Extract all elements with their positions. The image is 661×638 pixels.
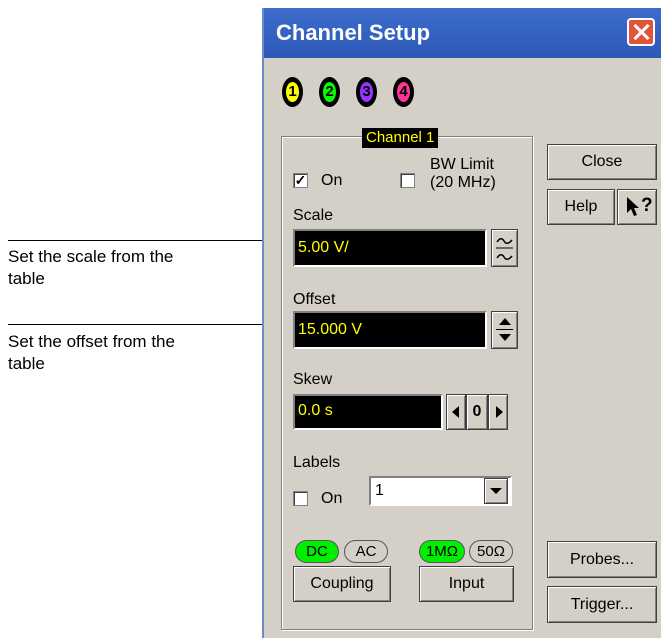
labels-on-checkbox[interactable]	[293, 491, 308, 506]
dropdown-button[interactable]	[484, 478, 508, 504]
channel-setup-dialog: Channel Setup 1 2 3 4 Channel 1 ✓ On BW …	[262, 8, 661, 638]
offset-up-arrow-icon[interactable]	[499, 318, 511, 325]
offset-leader-line	[8, 324, 293, 325]
scale-value-display[interactable]: 5.00 V/	[293, 229, 487, 267]
50ohm-input-indicator: 50Ω	[469, 540, 513, 563]
channel-2-label: 2	[323, 82, 336, 102]
close-button[interactable]: Close	[547, 144, 657, 180]
offset-label: Offset	[293, 291, 336, 308]
scale-annotation: Set the scale from the table	[8, 246, 173, 290]
labels-on-label: On	[321, 490, 343, 507]
skew-value-display[interactable]: 0.0 s	[293, 394, 443, 430]
probes-button[interactable]: Probes...	[547, 541, 657, 578]
close-window-icon[interactable]	[627, 18, 655, 46]
1meg-input-indicator: 1MΩ	[419, 540, 465, 563]
left-arrow-icon	[452, 406, 459, 418]
offset-annotation-line2: table	[8, 354, 45, 373]
bw-limit-label-line2: (20 MHz)	[430, 174, 496, 191]
right-arrow-icon	[496, 406, 503, 418]
whats-this-question: ?	[641, 195, 653, 216]
labels-dropdown[interactable]: 1	[369, 476, 512, 506]
channel-3-label: 3	[360, 82, 373, 102]
bw-limit-checkbox[interactable]	[400, 173, 415, 188]
bw-limit-label: BW Limit (20 MHz)	[430, 156, 496, 192]
trigger-button[interactable]: Trigger...	[547, 586, 657, 623]
channel-1-label: 1	[286, 82, 299, 102]
offset-spin-button[interactable]	[491, 311, 518, 349]
channel-4-button[interactable]: 4	[393, 77, 414, 107]
coupling-button[interactable]: Coupling	[293, 566, 391, 602]
offset-annotation: Set the offset from the table	[8, 331, 175, 375]
help-button[interactable]: Help	[547, 189, 615, 225]
labels-dropdown-value: 1	[375, 482, 384, 499]
skew-increase-button[interactable]	[488, 394, 508, 430]
scale-leader-line	[8, 240, 293, 241]
title-bar[interactable]: Channel Setup	[264, 8, 661, 58]
spin-divider	[496, 329, 513, 330]
channel-3-button[interactable]: 3	[356, 77, 377, 107]
scale-fine-adjust-icon	[496, 238, 513, 260]
dialog-title: Channel Setup	[276, 20, 431, 45]
skew-zero-button[interactable]: 0	[466, 394, 488, 430]
scale-label: Scale	[293, 207, 334, 224]
on-checkbox[interactable]: ✓	[293, 173, 308, 188]
skew-label: Skew	[293, 371, 333, 388]
offset-annotation-line1: Set the offset from the	[8, 332, 175, 351]
on-label: On	[321, 172, 343, 189]
dc-coupling-indicator: DC	[295, 540, 339, 563]
channel-4-label: 4	[397, 82, 410, 102]
scale-annotation-line1: Set the scale from the	[8, 247, 174, 266]
channel-group-label: Channel 1	[362, 128, 439, 148]
offset-value-display[interactable]: 15.000 V	[293, 311, 487, 349]
whats-this-button[interactable]: ?	[617, 189, 657, 225]
bw-limit-label-line1: BW Limit	[430, 156, 494, 173]
scale-spin-button[interactable]	[491, 229, 518, 267]
channel-2-button[interactable]: 2	[319, 77, 340, 107]
input-button[interactable]: Input	[419, 566, 514, 602]
channel-1-button[interactable]: 1	[282, 77, 303, 107]
skew-decrease-button[interactable]	[446, 394, 466, 430]
labels-label: Labels	[293, 454, 341, 471]
chevron-down-icon	[490, 488, 502, 494]
offset-down-arrow-icon[interactable]	[499, 334, 511, 341]
scale-annotation-line2: table	[8, 269, 45, 288]
ac-coupling-indicator: AC	[344, 540, 388, 563]
